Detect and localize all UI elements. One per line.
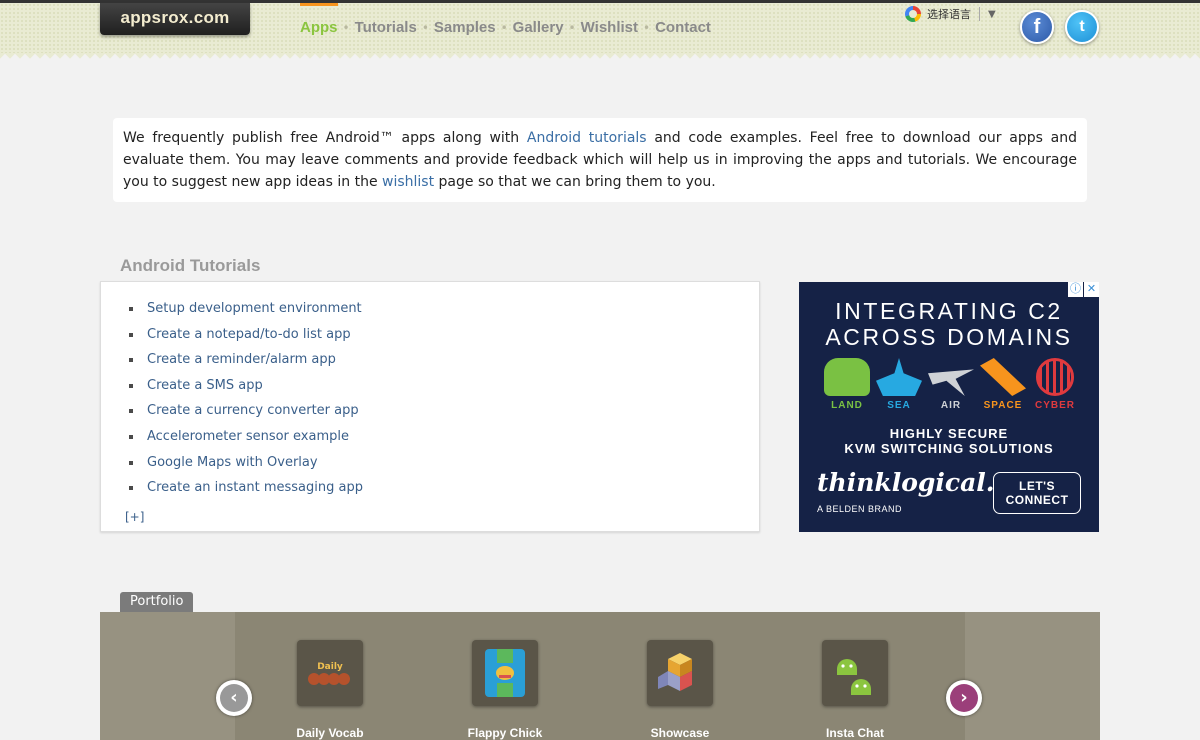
nav-contact[interactable]: Contact [655,3,711,53]
more-tutorials-link[interactable]: [+] [125,510,144,524]
app-card-showcase[interactable]: Showcase [620,640,740,740]
flappy-chick-icon [472,640,538,706]
globe-icon [1036,358,1074,396]
portfolio-carousel: Daily Daily Vocab Flappy Chick Showcase … [100,612,1100,740]
ad-domain-row: LAND SEA AIR SPACE CYBER [821,358,1081,411]
nav-separator: • [643,21,651,35]
daily-vocab-graphic: Daily [308,662,350,685]
android-tutorials-link[interactable]: Android tutorials [527,130,647,146]
nav-wishlist[interactable]: Wishlist [581,3,638,53]
nav-separator: • [342,21,350,35]
tank-icon [824,358,870,396]
tutorial-link[interactable]: Create a notepad/to-do list app [129,322,759,348]
app-name[interactable]: Flappy Chick [445,726,565,740]
nav-tutorials[interactable]: Tutorials [355,3,417,53]
ad-badge: ⓘ ✕ [1067,282,1099,297]
ad-domain-sea: SEA [873,358,925,411]
info-icon[interactable]: ⓘ [1068,282,1083,297]
ship-icon [876,358,922,396]
ad-cta-line-2: CONNECT [1005,493,1069,507]
ad-brand-logo: thinklogical. [817,468,995,497]
tutorial-link[interactable]: Google Maps with Overlay [129,450,759,476]
nav-separator: • [568,21,576,35]
app-name[interactable]: Daily Vocab [270,726,390,740]
flappy-chick-graphic [485,649,525,697]
ad-domain-label: SEA [887,400,911,411]
google-icon [905,6,921,22]
ad-sub-line-1: HIGHLY SECURE [889,426,1009,441]
chevron-right-icon: › [950,684,978,712]
translate-divider [979,7,980,21]
close-icon[interactable]: ✕ [1084,282,1099,297]
ad-headline-line-2: ACROSS DOMAINS [825,324,1073,350]
ad-domain-label: AIR [940,400,962,411]
carousel-track: Daily Daily Vocab Flappy Chick Showcase … [235,612,965,740]
daily-vocab-icon: Daily [297,640,363,706]
ad-domain-cyber: CYBER [1029,358,1081,411]
tutorial-link[interactable]: Create a SMS app [129,373,759,399]
ad-domain-label: CYBER [1034,400,1075,411]
ad-domain-label: SPACE [983,400,1023,411]
ad-cta-line-1: LET'S [1018,479,1056,493]
main-nav: Apps • Tutorials • Samples • Gallery • W… [300,3,711,53]
intro-text: We frequently publish free Android™ apps… [113,118,1087,202]
twitter-icon[interactable]: t [1065,10,1099,44]
app-name[interactable]: Insta Chat [795,726,915,740]
tutorials-panel: Setup development environment Create a n… [100,281,760,532]
nav-gallery[interactable]: Gallery [513,3,564,53]
carousel-prev-button[interactable]: ‹ [216,680,252,716]
portfolio-tab: Portfolio [120,592,194,612]
nav-apps[interactable]: Apps [300,3,338,53]
app-name[interactable]: Showcase [620,726,740,740]
ad-connect-button[interactable]: LET'S CONNECT [993,472,1081,514]
app-card-daily-vocab[interactable]: Daily Daily Vocab [270,640,390,740]
ad-headline: INTEGRATING C2 ACROSS DOMAINS [799,298,1099,350]
ad-brand-tagline: A BELDEN BRAND [817,504,903,514]
wishlist-link[interactable]: wishlist [382,174,434,190]
tutorial-link[interactable]: Accelerometer sensor example [129,424,759,450]
tutorial-link[interactable]: Create a currency converter app [129,398,759,424]
chevron-left-icon: ‹ [220,684,248,712]
intro-part-3: page so that we can bring them to you. [434,174,716,190]
tutorial-link[interactable]: Setup development environment [129,296,759,322]
chevron-down-icon[interactable]: ▼ [988,9,996,20]
ad-domain-air: AIR [925,358,977,411]
advertisement[interactable]: ⓘ ✕ INTEGRATING C2 ACROSS DOMAINS LAND S… [799,282,1099,532]
google-translate-select[interactable]: 选择语言 ▼ [905,5,996,23]
site-logo[interactable]: appsrox.com [100,3,250,35]
nav-samples[interactable]: Samples [434,3,496,53]
showcase-icon [647,640,713,706]
svg-text:Daily: Daily [317,662,343,672]
intro-part-1: We frequently publish free Android™ apps… [123,130,527,146]
tutorial-link[interactable]: Create a reminder/alarm app [129,347,759,373]
header-edge [0,53,1200,61]
showcase-graphic [658,653,692,691]
tutorial-link[interactable]: Create an instant messaging app [129,475,759,501]
ad-subheadline: HIGHLY SECURE KVM SWITCHING SOLUTIONS [799,426,1099,456]
nav-separator: • [421,21,429,35]
app-card-flappy-chick[interactable]: Flappy Chick [445,640,565,740]
ad-domain-land: LAND [821,358,873,411]
insta-chat-icon [822,640,888,706]
ad-domain-space: SPACE [977,358,1029,411]
satellite-icon [980,358,1026,396]
tutorials-list: Setup development environment Create a n… [101,282,759,501]
ad-headline-line-1: INTEGRATING C2 [835,298,1063,324]
facebook-icon[interactable]: f [1020,10,1054,44]
tutorials-heading: Android Tutorials [120,256,261,275]
ad-sub-line-2: KVM SWITCHING SOLUTIONS [844,441,1054,456]
carousel-next-button[interactable]: › [946,680,982,716]
ad-domain-label: LAND [831,400,863,411]
jet-icon [928,369,974,396]
app-card-insta-chat[interactable]: Insta Chat [795,640,915,740]
nav-separator: • [500,21,508,35]
insta-chat-graphic [837,659,871,695]
translate-label: 选择语言 [927,8,971,21]
